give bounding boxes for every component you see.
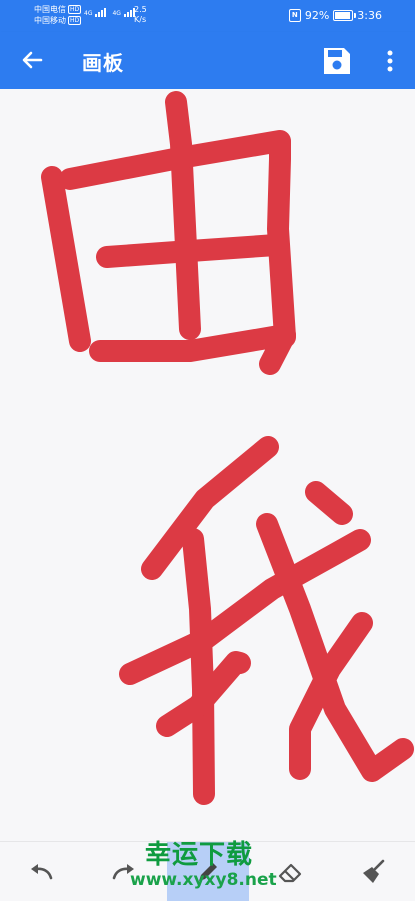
clock: 3:36 <box>357 9 382 22</box>
battery-icon <box>333 10 357 21</box>
handwriting-strokes <box>41 91 414 805</box>
undo-button[interactable] <box>11 842 71 901</box>
carrier-1: 中国电信 <box>34 5 66 14</box>
eraser-button[interactable] <box>260 842 320 901</box>
stroke <box>182 528 215 805</box>
save-floppy-icon <box>324 48 350 74</box>
app-bar: 画板 <box>0 32 415 89</box>
stroke <box>165 91 201 340</box>
stroke <box>141 436 279 580</box>
battery-percent: 92% <box>304 9 330 22</box>
redo-icon <box>112 863 134 879</box>
broom-clear-icon <box>363 859 385 883</box>
stroke <box>305 481 353 525</box>
stroke <box>96 234 287 268</box>
signal-icon: 4G <box>112 8 135 17</box>
nfc-icon: N <box>288 9 301 22</box>
hd-badge: HD <box>68 5 82 14</box>
redo-button[interactable] <box>94 842 154 901</box>
stroke <box>41 166 91 352</box>
status-right: N 92% 3:36 <box>288 9 382 22</box>
pen-tool-button[interactable] <box>167 842 249 901</box>
signal-icons: 4G 4G <box>84 8 135 17</box>
bottom-toolbar: 幸运下载 www.xyxy8.net <box>0 840 415 901</box>
arrow-back-icon <box>22 51 43 69</box>
drawing-canvas[interactable] <box>0 89 415 841</box>
signal-icon: 4G <box>84 8 107 17</box>
network-speed: 2.5 K/s <box>134 5 147 24</box>
status-bar: 中国电信 HD 中国移动 HD 4G 4G 2.5 K/s N 92% 3:36 <box>0 0 415 32</box>
carrier-info: 中国电信 HD 中国移动 HD <box>34 4 82 26</box>
eraser-icon <box>278 863 302 882</box>
page-title: 画板 <box>82 51 124 75</box>
back-button[interactable] <box>16 44 48 76</box>
more-vert-icon <box>387 50 393 72</box>
pen-icon <box>199 862 217 881</box>
hd-badge: HD <box>68 16 82 25</box>
save-button[interactable] <box>320 44 354 78</box>
carrier-2: 中国移动 <box>34 16 66 25</box>
more-options-button[interactable] <box>378 46 402 76</box>
clear-canvas-button[interactable] <box>344 842 404 901</box>
undo-icon <box>31 863 53 879</box>
